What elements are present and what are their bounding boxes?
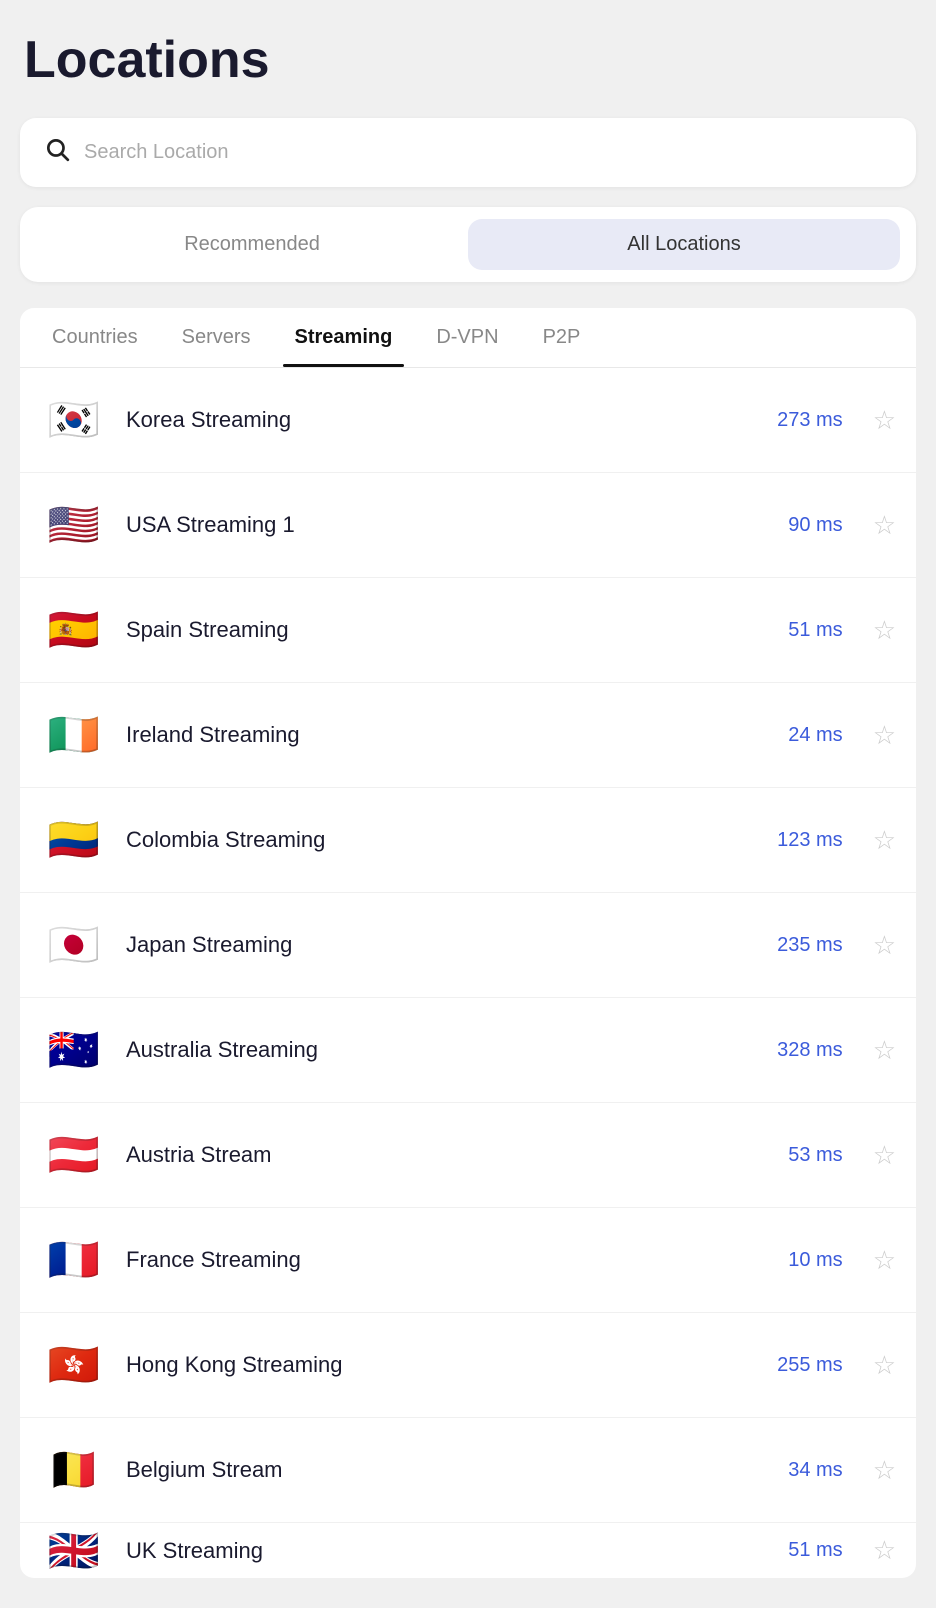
location-name: France Streaming	[126, 1247, 735, 1273]
list-item[interactable]: 🇬🇧 UK Streaming 51 ms ☆	[20, 1523, 916, 1578]
location-name: UK Streaming	[126, 1538, 735, 1564]
tab-streaming[interactable]: Streaming	[273, 308, 415, 367]
favorite-star[interactable]: ☆	[873, 1140, 896, 1171]
list-item[interactable]: 🇮🇪 Ireland Streaming 24 ms ☆	[20, 683, 916, 788]
list-item[interactable]: 🇫🇷 France Streaming 10 ms ☆	[20, 1208, 916, 1313]
tab-dvpn[interactable]: D-VPN	[414, 308, 520, 367]
flag-icon: 🇫🇷	[40, 1226, 108, 1294]
location-name: Spain Streaming	[126, 617, 735, 643]
list-item[interactable]: 🇰🇷 Korea Streaming 273 ms ☆	[20, 368, 916, 473]
latency: 10 ms	[753, 1249, 843, 1272]
flag-icon: 🇦🇺	[40, 1016, 108, 1084]
tab-recommended[interactable]: Recommended	[36, 219, 468, 270]
flag-icon: 🇯🇵	[40, 911, 108, 979]
favorite-star[interactable]: ☆	[873, 720, 896, 751]
location-name: Australia Streaming	[126, 1037, 735, 1063]
latency: 53 ms	[753, 1144, 843, 1167]
flag-icon: 🇦🇹	[40, 1121, 108, 1189]
page-title: Locations	[20, 30, 916, 90]
tab-all-locations[interactable]: All Locations	[468, 219, 900, 270]
location-name: USA Streaming 1	[126, 512, 735, 538]
flag-icon: 🇮🇪	[40, 701, 108, 769]
flag-icon: 🇰🇷	[40, 386, 108, 454]
latency: 255 ms	[753, 1354, 843, 1377]
location-name: Korea Streaming	[126, 407, 735, 433]
favorite-star[interactable]: ☆	[873, 510, 896, 541]
view-toggle: Recommended All Locations	[20, 207, 916, 282]
favorite-star[interactable]: ☆	[873, 1455, 896, 1486]
location-name: Hong Kong Streaming	[126, 1352, 735, 1378]
flag-icon: 🇺🇸	[40, 491, 108, 559]
latency: 273 ms	[753, 409, 843, 432]
flag-icon: 🇬🇧	[40, 1523, 108, 1578]
location-name: Austria Stream	[126, 1142, 735, 1168]
flag-icon: 🇪🇸	[40, 596, 108, 664]
tab-p2p[interactable]: P2P	[521, 308, 603, 367]
favorite-star[interactable]: ☆	[873, 930, 896, 961]
search-icon	[44, 136, 70, 169]
latency: 328 ms	[753, 1039, 843, 1062]
favorite-star[interactable]: ☆	[873, 1535, 896, 1566]
latency: 235 ms	[753, 934, 843, 957]
list-item[interactable]: 🇯🇵 Japan Streaming 235 ms ☆	[20, 893, 916, 998]
search-bar[interactable]: Search Location	[20, 118, 916, 187]
list-item[interactable]: 🇦🇺 Australia Streaming 328 ms ☆	[20, 998, 916, 1103]
location-name: Belgium Stream	[126, 1457, 735, 1483]
latency: 51 ms	[753, 1539, 843, 1562]
flag-icon: 🇧🇪	[40, 1436, 108, 1504]
location-name: Japan Streaming	[126, 932, 735, 958]
tab-countries[interactable]: Countries	[30, 308, 160, 367]
favorite-star[interactable]: ☆	[873, 1350, 896, 1381]
list-item[interactable]: 🇧🇪 Belgium Stream 34 ms ☆	[20, 1418, 916, 1523]
latency: 51 ms	[753, 619, 843, 642]
latency: 90 ms	[753, 514, 843, 537]
search-placeholder: Search Location	[84, 141, 229, 164]
latency: 24 ms	[753, 724, 843, 747]
latency: 34 ms	[753, 1459, 843, 1482]
tab-servers[interactable]: Servers	[160, 308, 273, 367]
list-item[interactable]: 🇨🇴 Colombia Streaming 123 ms ☆	[20, 788, 916, 893]
filter-tabs: Countries Servers Streaming D-VPN P2P	[20, 308, 916, 368]
location-name: Colombia Streaming	[126, 827, 735, 853]
list-item[interactable]: 🇪🇸 Spain Streaming 51 ms ☆	[20, 578, 916, 683]
latency: 123 ms	[753, 829, 843, 852]
flag-icon: 🇭🇰	[40, 1331, 108, 1399]
favorite-star[interactable]: ☆	[873, 1035, 896, 1066]
location-name: Ireland Streaming	[126, 722, 735, 748]
favorite-star[interactable]: ☆	[873, 825, 896, 856]
list-item[interactable]: 🇺🇸 USA Streaming 1 90 ms ☆	[20, 473, 916, 578]
list-item[interactable]: 🇦🇹 Austria Stream 53 ms ☆	[20, 1103, 916, 1208]
favorite-star[interactable]: ☆	[873, 405, 896, 436]
favorite-star[interactable]: ☆	[873, 615, 896, 646]
favorite-star[interactable]: ☆	[873, 1245, 896, 1276]
flag-icon: 🇨🇴	[40, 806, 108, 874]
location-list: 🇰🇷 Korea Streaming 273 ms ☆ 🇺🇸 USA Strea…	[20, 368, 916, 1578]
